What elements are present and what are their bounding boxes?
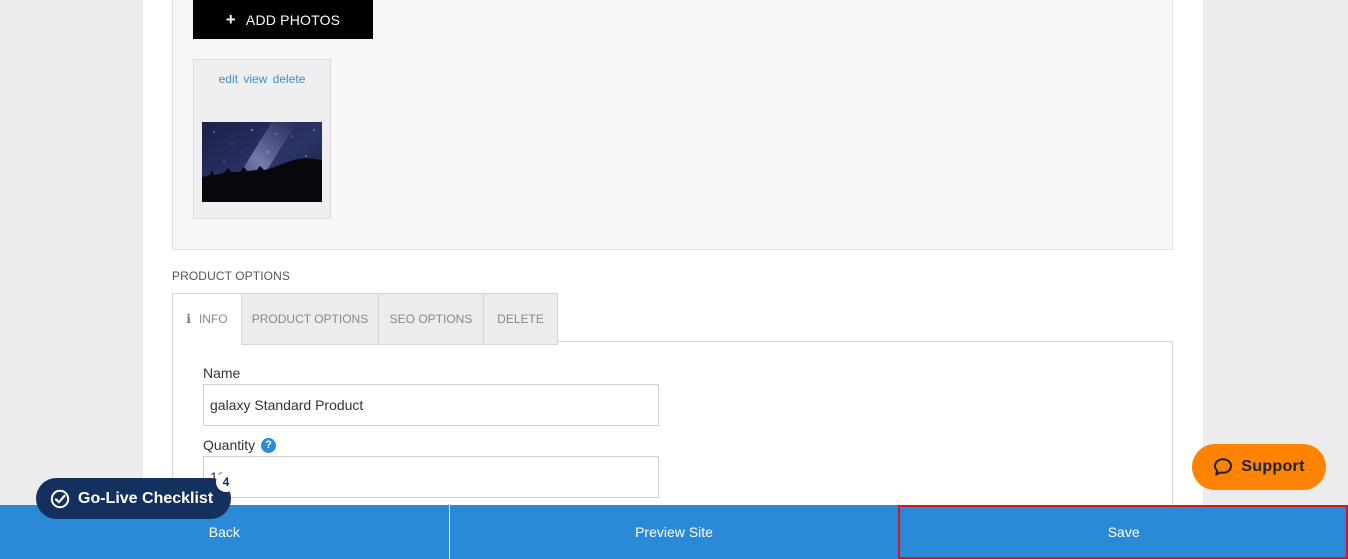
delete-photo-link[interactable]: delete [273, 72, 306, 86]
tab-delete[interactable]: DELETE [484, 293, 558, 345]
preview-site-button[interactable]: Preview Site [448, 505, 899, 559]
save-button-label: Save [1107, 524, 1140, 540]
go-live-checklist-button[interactable]: Go-Live Checklist [36, 478, 231, 519]
chat-bubble-icon [1214, 458, 1233, 476]
view-photo-link[interactable]: view [243, 72, 267, 86]
quantity-label: Quantity ? [203, 437, 277, 453]
edit-photo-link[interactable]: edit [219, 72, 238, 86]
tab-info[interactable]: i INFO [172, 293, 242, 345]
checklist-check-icon [50, 489, 70, 508]
preview-site-label: Preview Site [635, 524, 713, 540]
tab-delete-label: DELETE [497, 312, 544, 326]
name-input[interactable] [203, 384, 659, 426]
quantity-label-text: Quantity [203, 437, 256, 453]
product-tabs: i INFO PRODUCT OPTIONS SEO OPTIONS DELET… [172, 293, 558, 345]
photo-thumbnail[interactable] [202, 122, 322, 202]
thumbnail-actions: edit view delete [194, 72, 330, 86]
name-label: Name [203, 365, 240, 381]
galaxy-night-sky-image [202, 122, 322, 202]
save-button[interactable]: Save [898, 505, 1348, 559]
tab-seo-options-label: SEO OPTIONS [389, 312, 473, 326]
add-photos-label: ADD PHOTOS [245, 11, 341, 28]
info-icon: i [186, 312, 191, 326]
name-label-text: Name [203, 365, 241, 381]
back-button-label: Back [208, 524, 240, 540]
tab-info-label: INFO [198, 312, 228, 326]
go-live-checklist-label: Go-Live Checklist [78, 489, 214, 507]
tab-product-options[interactable]: PRODUCT OPTIONS [242, 293, 379, 345]
add-photos-button[interactable]: + ADD PHOTOS [193, 0, 373, 39]
support-label: Support [1241, 458, 1305, 475]
quantity-input[interactable] [203, 456, 659, 498]
checklist-count-badge: 4 [216, 472, 236, 492]
tab-product-options-label: PRODUCT OPTIONS [251, 312, 369, 326]
photo-thumbnail-card: edit view delete [193, 59, 331, 219]
help-icon[interactable]: ? [261, 437, 277, 453]
plus-icon: + [225, 10, 236, 29]
support-button[interactable]: Support [1192, 444, 1326, 490]
tab-seo-options[interactable]: SEO OPTIONS [379, 293, 484, 345]
product-options-heading: PRODUCT OPTIONS [172, 269, 290, 283]
